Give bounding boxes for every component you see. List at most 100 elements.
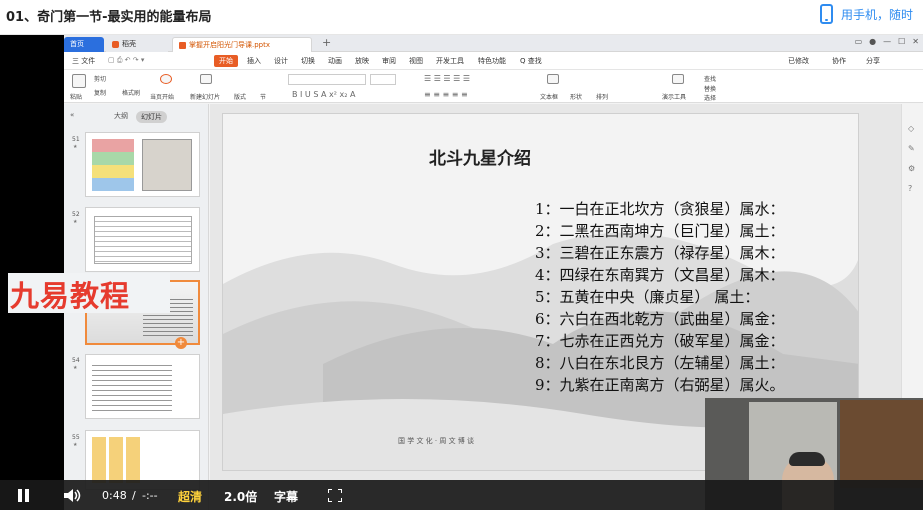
menu-modified[interactable]: 已修改 xyxy=(788,56,809,66)
star-line-9: 9：九紫在正南离方（右弼星）属火。 xyxy=(535,376,785,394)
menu-transition[interactable]: 切换 xyxy=(301,56,315,66)
menu-special[interactable]: 特色功能 xyxy=(478,56,506,66)
new-slide-label: 新建幻灯片 xyxy=(190,94,221,101)
align-buttons[interactable]: ≡ ≡ ≡ ≡ ≡ xyxy=(424,90,468,99)
replace-button[interactable]: 替换 xyxy=(704,84,716,93)
tab-pptx-file[interactable]: 掌握开启阳光门导课.pptx xyxy=(172,37,312,52)
find-button[interactable]: 查找 xyxy=(704,74,716,83)
phone-watch-link[interactable]: 用手机，随时 xyxy=(820,4,913,24)
presentation-tools-icon[interactable] xyxy=(672,74,684,84)
menu-developer[interactable]: 开发工具 xyxy=(436,56,464,66)
pptx-icon xyxy=(179,41,186,49)
wps-menu-bar: 三 文件 ▢ ⎙ ↶ ↷ ▾ 开始 插入 设计 切换 动画 放映 审阅 视图 开… xyxy=(64,52,923,70)
style-tool-icon[interactable]: ✎ xyxy=(908,144,915,153)
slide-thumbnail-51[interactable] xyxy=(85,132,200,197)
thumb-star-icon: ★ xyxy=(73,365,78,371)
arrange-button[interactable]: 排列 xyxy=(596,92,608,101)
new-tab-button[interactable]: + xyxy=(322,36,331,49)
mobile-phone-icon xyxy=(820,4,833,24)
copy-button[interactable]: 复制 xyxy=(94,88,106,97)
thumb-number: 52 xyxy=(72,211,80,218)
thumb-grid-image xyxy=(92,139,134,191)
presenter-hair xyxy=(789,452,825,466)
avatar[interactable]: ● xyxy=(869,37,876,46)
menu-quick-tools[interactable]: ▢ ⎙ ↶ ↷ ▾ xyxy=(108,56,144,65)
shape-button[interactable]: 形状 xyxy=(570,92,582,101)
menu-file[interactable]: 三 文件 xyxy=(72,56,95,66)
menu-slideshow[interactable]: 放映 xyxy=(355,56,369,66)
thumb-star-icon: ★ xyxy=(73,144,78,150)
panel-tab-outline[interactable]: 大纲 xyxy=(114,111,128,121)
phone-link-label: 用手机，随时 xyxy=(841,7,914,22)
slide-footer-text: 国 学 文 化 · 周 文 博 谈 xyxy=(398,437,475,445)
presentation-tools-label: 演示工具 xyxy=(662,94,687,101)
thumb-star-icon: ★ xyxy=(73,442,78,448)
thumb-number: 54 xyxy=(72,357,80,364)
star-line-8: 8：八白在东北艮方（左辅星）属土： xyxy=(535,354,785,372)
textbox-icon[interactable] xyxy=(547,74,559,84)
select-button[interactable]: 选择 xyxy=(704,93,716,102)
layout-button[interactable]: 版式 xyxy=(234,92,246,101)
thumb-grid-image xyxy=(92,437,142,483)
paragraph-buttons[interactable]: ☰ ☰ ☰ ☰ ☰ xyxy=(424,74,470,83)
font-style-buttons[interactable]: B I U S A x² x₂ A xyxy=(292,90,355,99)
speed-button[interactable]: 2.0倍 xyxy=(224,488,257,505)
player-control-bar: 0:48 / -:-- 超清 2.0倍 字幕 xyxy=(0,480,923,510)
menu-design[interactable]: 设计 xyxy=(274,56,288,66)
slide-title: 北斗九星介绍 xyxy=(429,149,531,169)
subtitle-button[interactable]: 字幕 xyxy=(274,488,298,505)
tab-docer[interactable]: 稻壳 xyxy=(106,37,168,52)
play-from-current-icon[interactable] xyxy=(160,74,172,84)
layout-icon[interactable]: ▭ xyxy=(855,37,863,46)
menu-start[interactable]: 开始 xyxy=(214,55,238,67)
current-time: 0:48 xyxy=(102,489,127,502)
textbox-label: 文本框 xyxy=(540,94,559,101)
menu-collab[interactable]: 协作 xyxy=(832,56,846,66)
slide-thumbnail-52[interactable] xyxy=(85,207,200,272)
thumb-number: 51 xyxy=(72,136,80,143)
star-line-1: 1：一白在正北坎方（贪狼星）属水： xyxy=(535,200,785,218)
menu-search[interactable]: Q 查找 xyxy=(520,56,542,66)
thumb-text-lines xyxy=(92,361,172,413)
pause-icon[interactable] xyxy=(18,489,30,502)
font-size-select[interactable] xyxy=(370,74,396,85)
menu-view[interactable]: 视图 xyxy=(409,56,423,66)
nine-stars-list: 1：一白在正北坎方（贪狼星）属水： 2：二黑在西南坤方（巨门星）属土： 3：三碧… xyxy=(535,198,785,396)
help-tool-icon[interactable]: ? xyxy=(908,184,912,193)
shape-tool-icon[interactable]: ◇ xyxy=(908,124,914,133)
thumb-star-icon: ★ xyxy=(73,219,78,225)
quality-button[interactable]: 超清 xyxy=(178,488,202,505)
minimize-icon[interactable]: — xyxy=(883,37,891,46)
font-name-select[interactable] xyxy=(288,74,366,85)
thumb-table-image xyxy=(94,216,192,264)
paste-icon[interactable] xyxy=(72,74,86,88)
format-painter-button[interactable]: 格式刷 xyxy=(122,88,140,97)
wps-tab-bar: 首页 稻壳 掌握开启阳光门导课.pptx + ▭ ● — ☐ ✕ xyxy=(64,35,923,52)
settings-tool-icon[interactable]: ⚙ xyxy=(908,164,915,173)
close-icon[interactable]: ✕ xyxy=(912,37,919,46)
window-controls: ▭ ● — ☐ ✕ xyxy=(855,37,919,46)
tab-home[interactable]: 首页 xyxy=(64,37,104,52)
panel-tab-slides[interactable]: 幻灯片 xyxy=(136,111,167,123)
video-player[interactable]: 首页 稻壳 掌握开启阳光门导课.pptx + ▭ ● — ☐ ✕ 三 文件 ▢ … xyxy=(0,35,923,510)
time-separator: / xyxy=(132,489,136,502)
tab-docer-label: 稻壳 xyxy=(122,40,136,48)
panel-collapse-icon[interactable]: « xyxy=(70,111,74,119)
slide-thumbnail-54[interactable] xyxy=(85,354,200,419)
fullscreen-icon[interactable] xyxy=(328,489,342,502)
maximize-icon[interactable]: ☐ xyxy=(898,37,905,46)
course-header: 01、奇门第一节-最实用的能量布局 用手机，随时 xyxy=(0,0,923,35)
watermark-text: 九易教程 xyxy=(10,279,131,313)
webcam-bookshelf xyxy=(840,400,923,488)
volume-icon[interactable] xyxy=(64,489,82,502)
course-title: 01、奇门第一节-最实用的能量布局 xyxy=(6,10,212,25)
thumb-floorplan-image xyxy=(142,139,192,191)
cut-button[interactable]: 剪切 xyxy=(94,74,106,83)
menu-insert[interactable]: 插入 xyxy=(247,56,261,66)
new-slide-icon[interactable] xyxy=(200,74,212,84)
menu-review[interactable]: 审阅 xyxy=(382,56,396,66)
menu-share[interactable]: 分享 xyxy=(866,56,880,66)
menu-animation[interactable]: 动画 xyxy=(328,56,342,66)
section-button[interactable]: 节 xyxy=(260,92,266,101)
add-slide-icon[interactable]: + xyxy=(175,337,187,349)
